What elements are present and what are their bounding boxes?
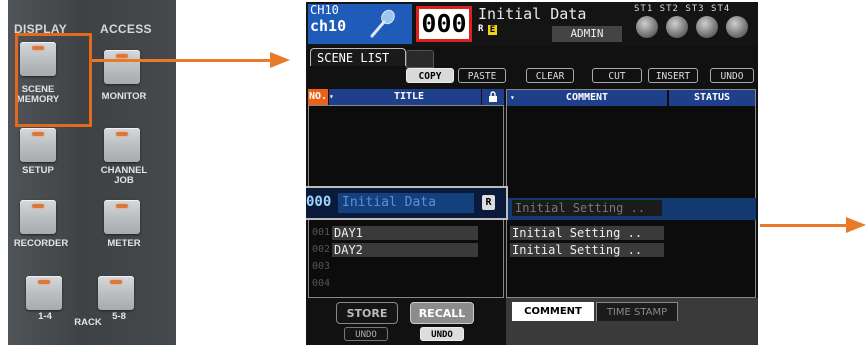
- microphone-icon: [370, 9, 395, 38]
- rack-label: RACK: [74, 317, 102, 328]
- meter-label: METER: [107, 238, 141, 249]
- arrow-line-right: [760, 224, 850, 227]
- arrow-head-left: [270, 52, 290, 68]
- arrow-line-left: [92, 59, 272, 62]
- tab-time-stamp[interactable]: TIME STAMP: [596, 302, 678, 321]
- selected-scene-row[interactable]: 000 Initial Data R: [306, 186, 508, 220]
- monitor-label: MONITOR: [101, 91, 147, 102]
- channel-id: CH10: [310, 3, 339, 17]
- comment-pane: ▾ COMMENT STATUS: [506, 89, 756, 298]
- scene-comment-cell[interactable]: Initial Setting ..: [510, 226, 664, 240]
- arrow-head-right: [846, 217, 866, 233]
- selected-comment-row[interactable]: Initial Setting ..: [506, 198, 756, 220]
- meter-key[interactable]: [104, 200, 140, 234]
- led-indicator: [116, 204, 128, 208]
- recall-undo-button[interactable]: UNDO: [420, 327, 464, 341]
- undo-button[interactable]: UNDO: [710, 68, 754, 83]
- led-indicator: [32, 132, 44, 136]
- row-number: 003: [312, 261, 331, 272]
- setup-label: SETUP: [22, 165, 54, 176]
- scene-title-cell[interactable]: DAY1: [332, 226, 478, 240]
- current-scene-number[interactable]: 000: [416, 6, 472, 42]
- selected-scene-title: Initial Data: [338, 193, 474, 213]
- rack-1-4-label: 1-4: [38, 311, 52, 322]
- recorder-label: RECORDER: [13, 238, 69, 249]
- sort-icon[interactable]: ▾: [329, 89, 337, 105]
- recorder-key[interactable]: [20, 200, 56, 234]
- channel-job-key[interactable]: [104, 128, 140, 162]
- tab-secondary[interactable]: [406, 50, 434, 68]
- read-only-badge: R: [478, 24, 484, 34]
- bottom-tab-area: COMMENT TIME STAMP: [506, 298, 758, 345]
- edit-badge: E: [488, 25, 497, 35]
- led-indicator: [32, 204, 44, 208]
- protect-badge[interactable]: R: [482, 195, 495, 210]
- led-indicator: [116, 54, 128, 58]
- knob-icon[interactable]: [726, 16, 748, 38]
- lock-glyph: [489, 91, 497, 102]
- lcd-screen: CH10 ch10 000 Initial Data R E ADMIN ST1…: [306, 2, 758, 345]
- selected-scene-number: 000: [306, 194, 332, 210]
- recall-button[interactable]: RECALL: [410, 302, 474, 324]
- copy-button[interactable]: COPY: [406, 68, 454, 83]
- insert-button[interactable]: INSERT: [648, 68, 698, 83]
- knob-icon[interactable]: [636, 16, 658, 38]
- user-level[interactable]: ADMIN: [552, 26, 622, 42]
- selected-comment: Initial Setting ..: [512, 200, 662, 216]
- column-header-no[interactable]: NO.: [308, 89, 328, 105]
- sort-icon: ▾: [510, 93, 515, 102]
- scene-title-cell[interactable]: DAY2: [332, 243, 478, 257]
- row-number: 002: [312, 244, 331, 255]
- led-indicator: [116, 132, 128, 136]
- rack-5-8-key[interactable]: [98, 276, 134, 310]
- rack-5-8-label: 5-8: [112, 311, 126, 322]
- column-header-comment-label: COMMENT: [565, 92, 609, 103]
- panel-header-access: ACCESS: [100, 22, 152, 36]
- row-number: 004: [312, 278, 331, 289]
- channel-box[interactable]: CH10 ch10: [308, 4, 412, 44]
- knob-icon[interactable]: [666, 16, 688, 38]
- label-line: JOB: [114, 175, 134, 186]
- led-indicator: [110, 280, 122, 284]
- cut-button[interactable]: CUT: [592, 68, 642, 83]
- rack-1-4-key[interactable]: [26, 276, 62, 310]
- scene-memory-highlight: [15, 33, 92, 127]
- scene-comment-cell[interactable]: Initial Setting ..: [510, 243, 664, 257]
- lock-icon[interactable]: [482, 89, 504, 105]
- tab-comment[interactable]: COMMENT: [512, 302, 594, 321]
- column-header-status[interactable]: STATUS: [669, 90, 755, 106]
- store-button[interactable]: STORE: [336, 302, 398, 324]
- setup-key[interactable]: [20, 128, 56, 162]
- knob-icon[interactable]: [696, 16, 718, 38]
- column-header-comment[interactable]: ▾ COMMENT: [507, 90, 667, 106]
- channel-name: ch10: [310, 17, 347, 35]
- paste-button[interactable]: PASTE: [458, 68, 506, 83]
- led-indicator: [38, 280, 50, 284]
- column-header-title[interactable]: TITLE: [337, 89, 481, 105]
- tab-scene-list[interactable]: SCENE LIST: [310, 48, 406, 66]
- channel-job-label: CHANNEL JOB: [94, 166, 154, 186]
- clear-button[interactable]: CLEAR: [526, 68, 574, 83]
- stereo-labels: ST1 ST2 ST3 ST4: [634, 4, 731, 14]
- current-scene-title: Initial Data: [478, 5, 587, 23]
- monitor-key[interactable]: [104, 50, 140, 84]
- store-undo-button[interactable]: UNDO: [344, 327, 388, 341]
- row-number: 001: [312, 227, 331, 238]
- status-bar: CH10 ch10 000 Initial Data R E ADMIN ST1…: [306, 2, 758, 46]
